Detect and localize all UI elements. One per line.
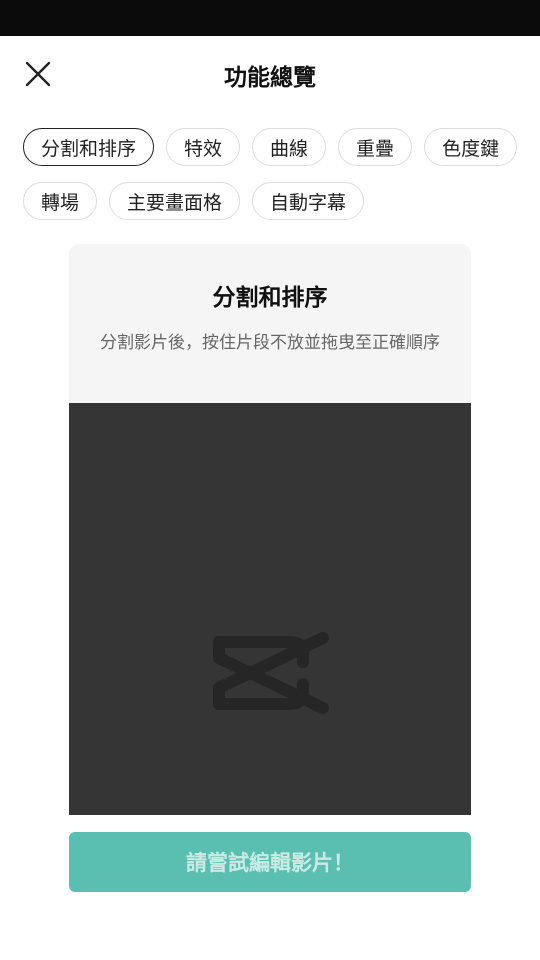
- chip-row-2: 轉場 主要畫面格 自動字幕: [23, 182, 523, 220]
- feature-description: 分割影片後，按住片段不放並拖曳至正確順序: [100, 333, 440, 353]
- chip-chroma-key[interactable]: 色度鍵: [424, 128, 518, 166]
- header: 功能總覽: [0, 36, 540, 112]
- capcut-logo-icon: [213, 632, 329, 714]
- page-title: 功能總覽: [224, 65, 316, 91]
- chip-auto-captions[interactable]: 自動字幕: [252, 182, 365, 220]
- chip-keyframes[interactable]: 主要畫面格: [109, 182, 241, 220]
- chip-row-1: 分割和排序 特效 曲線 重疊 色度鍵: [23, 128, 523, 166]
- chip-curves[interactable]: 曲線: [252, 128, 327, 166]
- feature-card: 分割和排序 分割影片後，按住片段不放並拖曳至正確順序: [69, 244, 471, 815]
- feature-title: 分割和排序: [212, 285, 328, 311]
- chip-overlay[interactable]: 重疊: [338, 128, 413, 166]
- chip-split-and-sort[interactable]: 分割和排序: [23, 128, 155, 166]
- feature-preview: [69, 403, 471, 815]
- chip-transitions[interactable]: 轉場: [23, 182, 98, 220]
- chip-effects[interactable]: 特效: [166, 128, 241, 166]
- feature-card-header: 分割和排序 分割影片後，按住片段不放並拖曳至正確順序: [69, 244, 471, 403]
- status-bar: [0, 0, 540, 36]
- try-editing-button[interactable]: 請嘗試編輯影片！: [69, 832, 471, 892]
- feature-chips: 分割和排序 特效 曲線 重疊 色度鍵 轉場 主要畫面格 自動字幕: [23, 128, 523, 236]
